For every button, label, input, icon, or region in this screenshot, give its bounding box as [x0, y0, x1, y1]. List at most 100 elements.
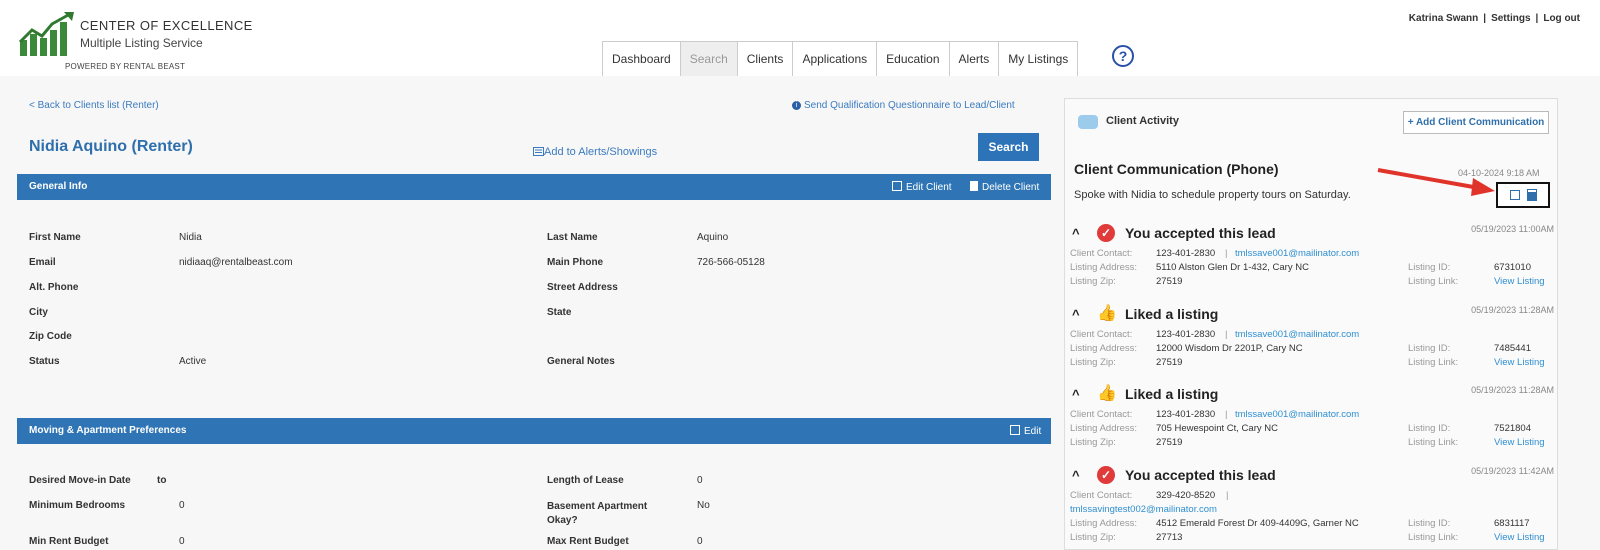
send-questionnaire-link[interactable]: i Send Qualification Questionnaire to Lea…	[792, 100, 1015, 111]
edit-preferences-button[interactable]: Edit	[1010, 425, 1041, 437]
collapse-icon[interactable]: ^	[1072, 387, 1080, 402]
search-button[interactable]: Search	[978, 133, 1039, 161]
back-to-clients-link[interactable]: < Back to Clients list (Renter)	[29, 100, 159, 111]
contact-email-link[interactable]: tmlssave001@mailinator.com	[1235, 329, 1359, 340]
field-label: General Notes	[547, 356, 615, 367]
contact-email-link[interactable]: tmlssave001@mailinator.com	[1235, 409, 1359, 420]
listing-zip: 27519	[1156, 276, 1183, 287]
listing-address: 12000 Wisdom Dr 2201P, Cary NC	[1156, 343, 1303, 354]
address-label: Listing Address:	[1070, 343, 1138, 354]
listing-link-label: Listing Link:	[1408, 437, 1459, 448]
edit-icon[interactable]	[1510, 190, 1520, 200]
field-value: nidiaaq@rentalbeast.com	[179, 257, 293, 268]
contact-phone: 329-420-8520	[1156, 490, 1216, 501]
listing-id: 7521804	[1494, 423, 1531, 434]
view-listing-link[interactable]: View Listing	[1494, 437, 1545, 448]
activity-item: ^ ✓ You accepted this lead 05/19/2023 11…	[1070, 224, 1554, 304]
tab-my-listings[interactable]: My Listings	[998, 41, 1079, 76]
logo-subtitle: Multiple Listing Service	[80, 36, 203, 50]
field-value: 0	[697, 475, 703, 486]
activity-date: 05/19/2023 11:28AM	[1471, 305, 1554, 315]
general-info-header: General Info Edit Client Delete Client	[17, 174, 1051, 200]
view-listing-link[interactable]: View Listing	[1494, 276, 1545, 287]
collapse-icon[interactable]: ^	[1072, 468, 1080, 483]
field-label: Alt. Phone	[29, 282, 79, 293]
delete-client-button[interactable]: Delete Client	[970, 181, 1039, 193]
chat-icon	[1078, 115, 1098, 129]
logout-link[interactable]: Log out	[1543, 13, 1580, 24]
check-circle-icon: ✓	[1097, 224, 1115, 242]
listing-id-label: Listing ID:	[1408, 423, 1451, 434]
collapse-icon[interactable]: ^	[1072, 226, 1080, 241]
edit-icon	[892, 181, 902, 191]
tab-alerts[interactable]: Alerts	[948, 41, 1000, 76]
communication-text: Spoke with Nidia to schedule property to…	[1074, 189, 1351, 201]
thumbs-up-icon: 👍	[1097, 385, 1117, 402]
listing-link-label: Listing Link:	[1408, 357, 1459, 368]
trash-icon[interactable]	[1527, 189, 1537, 201]
view-listing-link[interactable]: View Listing	[1494, 357, 1545, 368]
zip-label: Listing Zip:	[1070, 276, 1116, 287]
list-icon	[533, 147, 544, 156]
logo-powered-by: POWERED BY RENTAL BEAST	[65, 62, 186, 71]
listing-id: 6831117	[1494, 518, 1530, 529]
field-label: Email	[29, 257, 56, 268]
listing-zip: 27519	[1156, 437, 1183, 448]
client-activity-title: Client Activity	[1106, 115, 1179, 127]
listing-id-label: Listing ID:	[1408, 343, 1451, 354]
settings-link[interactable]: Settings	[1491, 13, 1530, 24]
user-name[interactable]: Katrina Swann	[1409, 13, 1478, 24]
help-icon[interactable]: ?	[1112, 45, 1134, 67]
activity-item: ^ 👍 Liked a listing 05/19/2023 11:28AM C…	[1070, 385, 1554, 465]
send-questionnaire-label: Send Qualification Questionnaire to Lead…	[804, 100, 1015, 111]
thumbs-up-icon: 👍	[1097, 305, 1117, 322]
field-label: Desired Move-in Date	[29, 475, 131, 486]
field-label: Status	[29, 356, 60, 367]
tab-clients[interactable]: Clients	[736, 41, 794, 76]
listing-zip: 27713	[1156, 532, 1183, 543]
field-label: Length of Lease	[547, 475, 624, 486]
activity-date: 05/19/2023 11:42AM	[1471, 466, 1554, 476]
edit-client-label: Edit Client	[906, 182, 952, 193]
collapse-icon[interactable]: ^	[1072, 307, 1080, 322]
tab-search[interactable]: Search	[679, 41, 738, 76]
field-label: State	[547, 307, 572, 318]
edit-client-button[interactable]: Edit Client	[892, 181, 952, 193]
field-value: to	[157, 475, 167, 486]
listing-id-label: Listing ID:	[1408, 518, 1451, 529]
tab-dashboard[interactable]: Dashboard	[602, 41, 681, 76]
activity-title: Liked a listing	[1125, 306, 1219, 322]
field-label: Max Rent Budget	[547, 536, 629, 547]
zip-label: Listing Zip:	[1070, 532, 1116, 543]
tab-applications[interactable]: Applications	[792, 41, 878, 76]
contact-email-link[interactable]: tmlssave001@mailinator.com	[1235, 248, 1359, 259]
contact-label: Client Contact:	[1070, 248, 1133, 259]
field-label: Main Phone	[547, 257, 604, 268]
listing-zip: 27519	[1156, 357, 1183, 368]
trash-icon	[970, 181, 978, 191]
view-listing-link[interactable]: View Listing	[1494, 532, 1545, 543]
field-value: Active	[179, 356, 207, 367]
logo-title: CENTER OF EXCELLENCE	[80, 18, 253, 33]
tab-education[interactable]: Education	[876, 41, 950, 76]
field-label: Min Rent Budget	[29, 536, 109, 547]
user-bar: Katrina Swann | Settings | Log out	[1408, 13, 1580, 24]
field-value: 0	[179, 536, 185, 547]
separator: |	[1226, 490, 1229, 501]
add-to-alerts-link[interactable]: Add to Alerts/Showings	[533, 146, 657, 158]
edit-icon	[1010, 425, 1020, 435]
contact-phone: 123-401-2830	[1156, 409, 1216, 420]
logo-icon	[18, 12, 74, 56]
field-value: No	[697, 500, 710, 511]
listing-link-label: Listing Link:	[1408, 276, 1459, 287]
field-label: Minimum Bedrooms	[29, 500, 126, 511]
field-value: Nidia	[179, 232, 202, 243]
zip-label: Listing Zip:	[1070, 437, 1116, 448]
add-client-communication-button[interactable]: + Add Client Communication	[1403, 111, 1549, 134]
address-label: Listing Address:	[1070, 423, 1138, 434]
activity-title: Liked a listing	[1125, 386, 1219, 402]
contact-email-link[interactable]: tmlssavingtest002@mailinator.com	[1070, 504, 1217, 515]
separator: |	[1225, 409, 1228, 420]
listing-id: 6731010	[1494, 262, 1531, 273]
separator: |	[1225, 248, 1228, 259]
